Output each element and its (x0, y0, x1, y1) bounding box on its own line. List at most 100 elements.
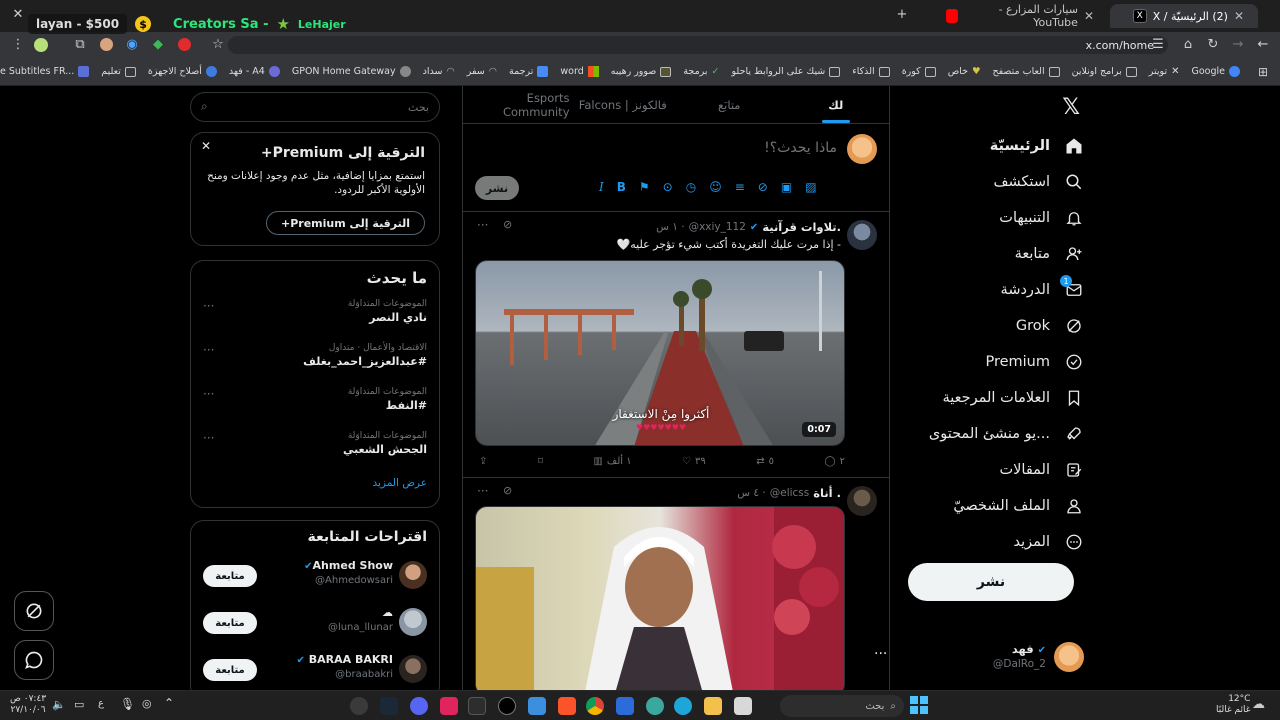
brave-app-icon[interactable] (558, 697, 576, 715)
location-icon[interactable]: ⊙ (663, 180, 673, 194)
nav-item-profile[interactable]: الملف الشخصيّ (884, 488, 1084, 524)
composer-input[interactable]: ماذا يحدث؟! (764, 140, 837, 156)
bookmark-item[interactable]: Translate Subtitles FR... (0, 66, 90, 77)
discord-app-icon[interactable] (410, 697, 428, 715)
task-view-icon[interactable] (734, 697, 752, 715)
microphone-icon[interactable]: 🎙 (120, 697, 135, 711)
post-button[interactable]: نشر (908, 563, 1074, 601)
tab-following[interactable]: متابَع (676, 86, 783, 123)
nav-item-messages[interactable]: 1 الدردشة (884, 272, 1084, 308)
nav-item-grok[interactable]: Grok (884, 308, 1084, 344)
app-icon[interactable] (646, 697, 664, 715)
close-tab-icon[interactable]: ✕ (1084, 9, 1094, 23)
weather-widget[interactable]: 12°C غائم غالبًا (1216, 694, 1250, 716)
follow-suggestion[interactable]: ✔ BARAA BAKRI @braabakri متابعة (191, 649, 439, 690)
repost-action[interactable]: ⇄ ٥ (756, 456, 774, 467)
reply-action[interactable]: ◯ ٢ (824, 456, 845, 467)
extension-wave-icon[interactable]: ◉ (124, 37, 140, 52)
profile-avatar-icon[interactable] (34, 38, 48, 52)
tab-falcons[interactable]: فالكونز | Falcons (570, 86, 677, 123)
tab-for-you[interactable]: لك (783, 86, 890, 123)
image-icon[interactable]: ▨ (805, 180, 816, 194)
bookmark-item[interactable]: خاص ♥ (948, 66, 981, 77)
italic-icon[interactable]: I (599, 180, 604, 194)
bookmark-item[interactable]: فهد - A4 (229, 66, 280, 77)
bookmark-item[interactable]: صوور رهيبه (611, 66, 672, 77)
bookmark-item[interactable]: الذكاء (852, 66, 890, 77)
premium-upgrade-button[interactable]: الترقية إلى Premium+ (266, 211, 425, 235)
close-tab-icon[interactable]: ✕ (1234, 9, 1244, 23)
language-indicator[interactable]: ع (98, 698, 104, 709)
bookmark-item[interactable]: سفر ◠ (467, 66, 497, 77)
tab-esports-community[interactable]: Esports Community (463, 86, 570, 123)
gif-icon[interactable]: ▣ (781, 180, 792, 194)
post[interactable]: . أناة @elicss · ٤ س ··· ⊘ (463, 478, 889, 690)
reload-icon[interactable]: ↻ (1205, 37, 1221, 52)
nav-item-follow[interactable]: متابعة (884, 236, 1084, 272)
edge-app-icon[interactable] (674, 697, 692, 715)
trend-item[interactable]: الموضوعات المتداوَلة نادي النصر ··· (191, 293, 439, 337)
grok-explain-icon[interactable]: ⊘ (503, 218, 512, 231)
address-bar[interactable]: x.com/home (228, 36, 1168, 54)
bookmark-item[interactable]: تعليم (101, 66, 136, 77)
tab-youtube[interactable]: ✕ سيارات المزارع - YouTube (940, 3, 1100, 29)
app-icon[interactable] (440, 697, 458, 715)
bookmark-item[interactable]: تويتر ✕ (1149, 66, 1180, 77)
post-avatar[interactable] (847, 486, 877, 516)
post-video[interactable]: أكثروا مِنْ الاستغفار ♥♥♥♥♥♥♥ 0:07 (475, 260, 845, 446)
nav-item-home[interactable]: الرئيسيّة (884, 128, 1084, 164)
nav-item-explore[interactable]: استكشف (884, 164, 1084, 200)
close-window-icon[interactable]: ✕ (10, 7, 26, 22)
bookmark-item[interactable]: شيك على الروابط ياحلو (732, 66, 841, 77)
trend-item[interactable]: الموضوعات المتداوَلة #النفط ··· (191, 381, 439, 425)
settings-app-icon[interactable] (350, 697, 368, 715)
bookmark-item[interactable]: برامج اونلاين (1072, 66, 1137, 77)
apps-grid-icon[interactable]: ⊞ (1258, 65, 1268, 79)
menu-dots-icon[interactable]: ⋮ (10, 37, 26, 52)
xbox-app-icon[interactable] (468, 697, 486, 715)
post-video[interactable] (475, 506, 845, 690)
schedule-icon[interactable]: ◷ (686, 180, 696, 194)
x-logo-icon[interactable]: 𝕏 (884, 86, 1084, 128)
post-author-name[interactable]: .تلاوات قرآنية (762, 220, 841, 234)
steam-app-icon[interactable] (380, 697, 398, 715)
bookmark-star-icon[interactable]: ☆ (210, 37, 226, 52)
bookmark-item[interactable]: برمجة ✓ (683, 66, 719, 77)
chatgpt-app-icon[interactable] (498, 697, 516, 715)
flag-icon[interactable]: ⚑ (639, 180, 650, 194)
post[interactable]: .تلاوات قرآنية ✔ @xxiy_112 · ١ س ··· ⊘ -… (463, 212, 889, 478)
nav-item-notifications[interactable]: التنبيهات (884, 200, 1084, 236)
bookmark-item[interactable]: العاب متصفح (992, 66, 1060, 77)
show-more-link[interactable]: عرض المزيد (191, 469, 439, 497)
post-more-icon[interactable]: ··· (477, 218, 488, 232)
chrome-app-icon[interactable] (586, 697, 604, 715)
grok-explain-icon[interactable]: ⊘ (503, 484, 512, 497)
trend-item[interactable]: الاقتصاد والأعمال · متداول #عبدالعزيز_اح… (191, 337, 439, 381)
trend-more-icon[interactable]: ··· (203, 387, 214, 401)
chat-float-button[interactable] (14, 640, 54, 680)
bookmark-item[interactable]: ترجمة (509, 66, 549, 77)
composer-post-button[interactable]: نشر (475, 176, 519, 200)
tab-x-home[interactable]: ✕ (2) الرئيسيّة / X X (1110, 4, 1258, 28)
trend-more-icon[interactable]: ··· (203, 431, 214, 445)
nav-item-articles[interactable]: المقالات (884, 452, 1084, 488)
back-icon[interactable]: ← (1255, 37, 1271, 52)
trend-more-icon[interactable]: ··· (203, 299, 214, 313)
close-icon[interactable]: ✕ (201, 139, 211, 153)
share-icon[interactable]: ⇪ (479, 456, 487, 467)
views-action[interactable]: ▥ ١ ألف (593, 456, 631, 467)
post-time[interactable]: · ١ س (656, 221, 684, 233)
network-icon[interactable]: ▭ (74, 698, 84, 711)
bookmark-item[interactable]: سداد ◠ (423, 66, 455, 77)
follow-suggestion[interactable]: ☁ @luna_llunar متابعة (191, 602, 439, 649)
follow-button[interactable]: متابعة (203, 659, 257, 681)
follow-button[interactable]: متابعة (203, 612, 257, 634)
tray-app-icon[interactable]: ◎ (142, 697, 152, 710)
nav-item-bookmarks[interactable]: العلامات المرجعية (884, 380, 1084, 416)
like-action[interactable]: ♡ ٣٩ (682, 456, 706, 467)
bold-icon[interactable]: B (617, 180, 626, 194)
extension-green-icon[interactable]: ◆ (150, 37, 166, 52)
file-explorer-icon[interactable] (704, 697, 722, 715)
post-author-name[interactable]: . أناة (813, 486, 841, 500)
nav-item-creator-studio[interactable]: ...يو منشئ المحتوى (884, 416, 1084, 452)
